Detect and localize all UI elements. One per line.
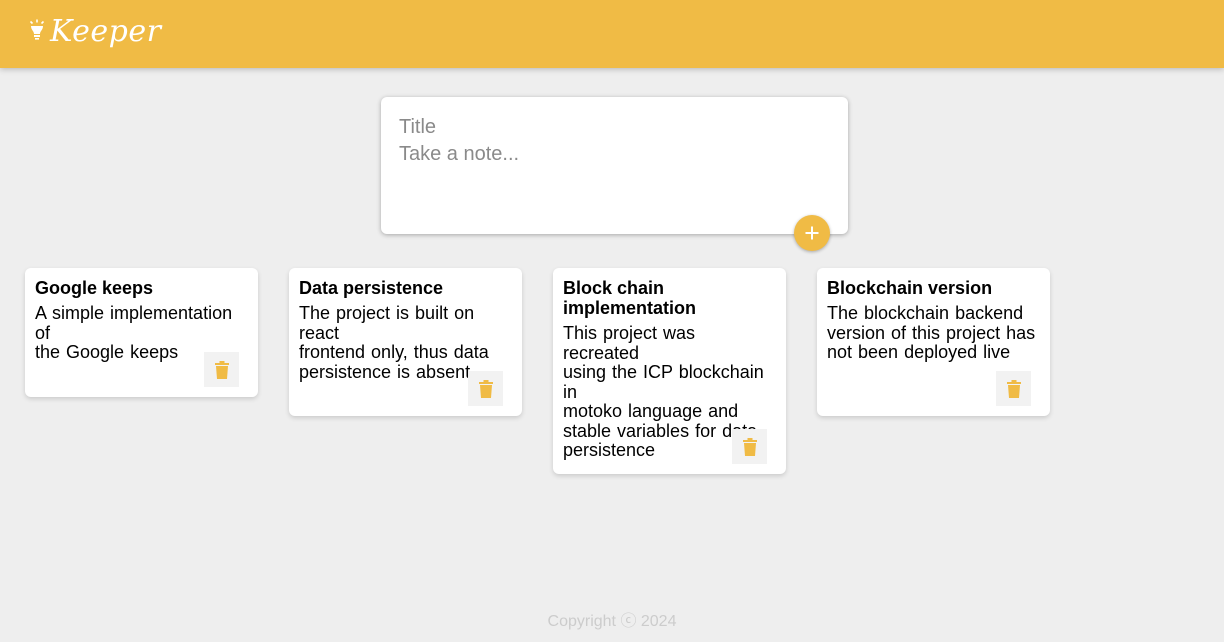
note-title: Blockchain version <box>827 278 993 298</box>
delete-note-button[interactable] <box>996 371 1031 406</box>
trash-icon <box>742 437 757 456</box>
note-card: Block chain implementation This project … <box>553 268 786 474</box>
note-content: The blockchain backend version of this p… <box>827 303 1036 362</box>
app-header: Keeper <box>0 0 1224 68</box>
create-note-form <box>381 97 848 234</box>
copyright-text: Copyright ⓒ 2024 <box>547 613 677 630</box>
note-title: Block chain implementation <box>563 278 697 318</box>
plus-icon <box>804 225 820 241</box>
keeper-app: Keeper Google keeps A simple implementat… <box>0 0 1224 642</box>
note-title: Data persistence <box>299 278 444 298</box>
trash-icon <box>214 360 229 379</box>
note-title: Google keeps <box>35 278 154 298</box>
footer: Copyright ⓒ 2024 <box>0 607 1224 631</box>
delete-note-button[interactable] <box>204 352 239 387</box>
add-note-button[interactable] <box>794 215 830 251</box>
note-content-input[interactable] <box>399 143 830 213</box>
lightbulb-icon <box>28 19 46 43</box>
note-card: Data persistence The project is built on… <box>289 268 522 416</box>
delete-note-button[interactable] <box>468 371 503 406</box>
note-card: Blockchain version The blockchain backen… <box>817 268 1050 416</box>
note-card: Google keeps A simple implementation of … <box>25 268 258 397</box>
app-title: Keeper <box>50 13 162 49</box>
trash-icon <box>478 379 493 398</box>
trash-icon <box>1006 379 1021 398</box>
delete-note-button[interactable] <box>732 429 767 464</box>
note-title-input[interactable] <box>399 113 830 141</box>
